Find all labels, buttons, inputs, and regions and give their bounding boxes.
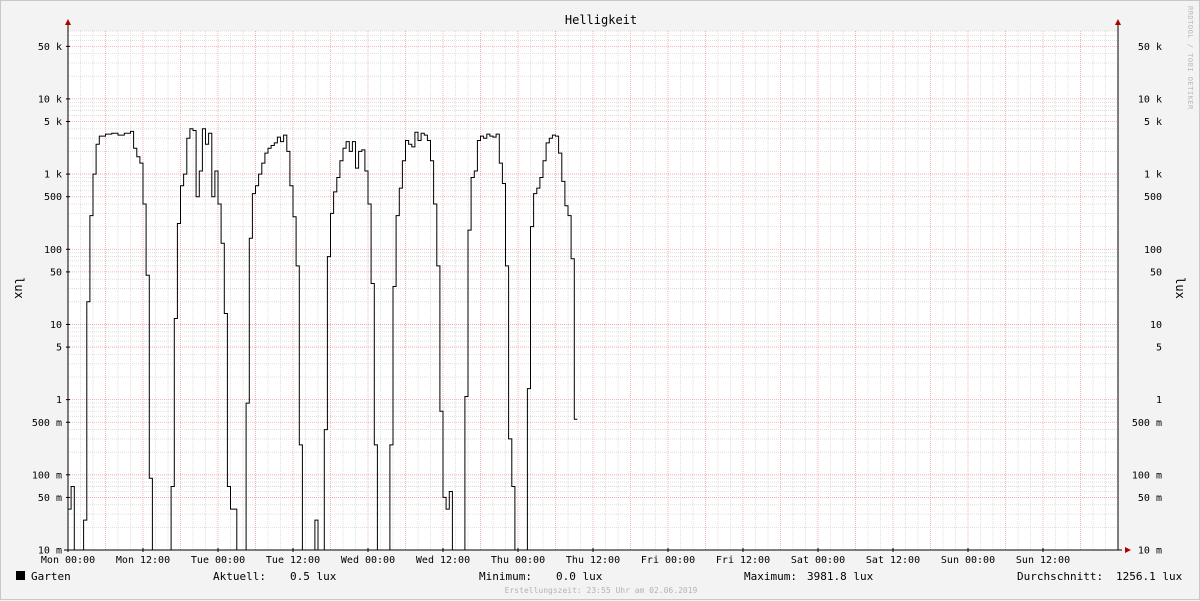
x-tick-label: Thu 12:00 [566,555,620,566]
y-tick-label-left: 500 m [32,418,62,429]
legend-swatch [16,571,25,580]
y-tick-label-left: 50 m [38,493,62,504]
creation-time-footer: Erstellungszeit: 23:55 Uhr am 02.06.2019 [505,586,698,595]
x-tick-label: Wed 00:00 [341,555,395,566]
y-tick-label-right: 500 [1144,192,1162,203]
y-tick-label-right: 50 k [1138,42,1162,53]
y-axis-right-arrow [1115,19,1121,25]
x-tick-label: Tue 12:00 [266,555,320,566]
y-tick-label-left: 10 m [38,546,62,557]
y-tick-label-right: 5 [1156,343,1162,354]
y-tick-label-right: 500 m [1132,418,1162,429]
y-tick-label-right: 10 m [1138,546,1162,557]
x-axis-arrow [1125,547,1131,553]
y-tick-label-right: 5 k [1144,117,1162,128]
stat-min-label: Minimum: [479,570,532,583]
y-tick-label-left: 1 [56,395,62,406]
y-tick-label-right: 1 k [1144,170,1162,181]
stat-avg-label: Durchschnitt: [1017,570,1103,583]
y-axis-label-right: lux [1173,277,1187,299]
stat-current-label: Aktuell: [213,570,266,583]
stat-avg-value: 1256.1 lux [1116,570,1183,583]
x-tick-label: Tue 00:00 [191,555,245,566]
grid-layer [67,30,1119,551]
y-tick-label-left: 50 [50,267,62,278]
x-tick-label: Wed 12:00 [416,555,470,566]
y-tick-label-right: 1 [1156,395,1162,406]
plot-area [68,31,1118,550]
y-tick-label-right: 50 [1150,267,1162,278]
stat-min-value: 0.0 lux [556,570,603,583]
y-tick-label-right: 100 [1144,245,1162,256]
chart-title: Helligkeit [565,13,637,27]
y-tick-label-right: 50 m [1138,493,1162,504]
chart-frame: Mon 00:00 Mon 12:00 Tue 00:00 Tue 12:00 Wed … [0,0,1200,600]
y-tick-label-left: 100 [44,245,62,256]
y-tick-label-right: 10 k [1138,94,1162,105]
stat-max-value: 3981.8 lux [807,570,874,583]
x-tick-label: Fri 00:00 [641,555,695,566]
y-tick-label-left: 50 k [38,42,62,53]
x-tick-label: Sun 12:00 [1016,555,1070,566]
x-tick-labels: Mon 00:00 Mon 12:00 Tue 00:00 Tue 12:00 Wed … [41,555,1070,566]
x-tick-label: Sat 00:00 [791,555,845,566]
y-tick-label-left: 10 [50,320,62,331]
x-tick-label: Fri 12:00 [716,555,770,566]
y-tick-label-left: 1 k [44,170,62,181]
y-axis-label-left: lux [12,277,26,299]
y-tick-label-right: 100 m [1132,470,1162,481]
x-tick-label: Mon 00:00 [41,555,95,566]
x-tick-label: Sat 12:00 [866,555,920,566]
x-tick-label: Mon 12:00 [116,555,170,566]
stat-max-label: Maximum: [744,570,797,583]
legend-label-garten: Garten [31,570,71,583]
brightness-chart: Mon 00:00 Mon 12:00 Tue 00:00 Tue 12:00 Wed … [12,6,1194,595]
x-tick-label: Thu 00:00 [491,555,545,566]
x-tick-label: Sun 00:00 [941,555,995,566]
rrdtool-watermark: RRDTOOL / TOBI OETIKER [1186,6,1194,110]
y-tick-label-left: 10 k [38,94,62,105]
y-tick-label-left: 100 m [32,470,62,481]
y-tick-label-left: 5 [56,343,62,354]
y-tick-label-right: 10 [1150,320,1162,331]
y-tick-label-left: 5 k [44,117,62,128]
y-tick-label-left: 500 [44,192,62,203]
stat-current-value: 0.5 lux [290,570,337,583]
y-axis-left-arrow [65,19,71,25]
